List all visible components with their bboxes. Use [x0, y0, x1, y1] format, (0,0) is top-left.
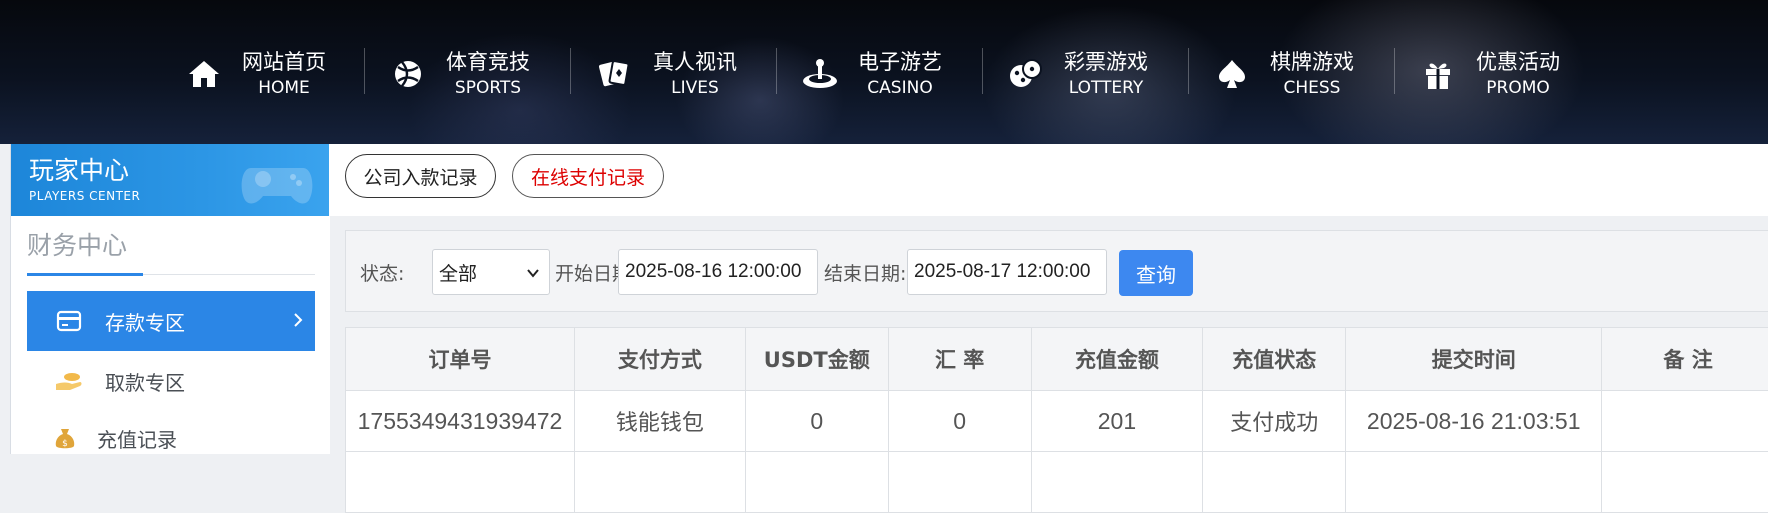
nav-home-cn: 网站首页: [242, 49, 326, 75]
nav-casino-cn: 电子游艺: [858, 49, 942, 75]
hand-coin-icon: [49, 370, 89, 392]
query-button[interactable]: 查询: [1119, 250, 1193, 296]
cell-payment-method: 钱能钱包: [574, 391, 745, 452]
nav-chess[interactable]: 棋牌游戏 CHESS: [1212, 44, 1354, 104]
cell-recharge-amount: 201: [1031, 391, 1203, 452]
column-header-rate: 汇 率: [888, 328, 1031, 391]
home-icon: [184, 54, 224, 94]
cell-recharge-status: 支付成功: [1203, 391, 1346, 452]
nav-chess-cn: 棋牌游戏: [1270, 49, 1354, 75]
spade-icon: [1212, 54, 1252, 94]
column-header-order-no: 订单号: [346, 328, 575, 391]
nav-promo[interactable]: 优惠活动 PROMO: [1418, 44, 1560, 104]
nav-sports-cn: 体育竞技: [446, 49, 530, 75]
sidebar-item-label: 存款专区: [105, 307, 185, 336]
nav-casino[interactable]: 电子游艺 CASINO: [800, 44, 942, 104]
nav-home[interactable]: 网站首页 HOME: [184, 44, 326, 104]
status-label: 状态:: [360, 259, 404, 286]
table-row: 1755349431939472 钱能钱包 0 0 201 支付成功 2025-…: [346, 391, 1768, 452]
sidebar-item-withdraw[interactable]: 取款专区: [27, 351, 315, 411]
nav-lives-cn: 真人视讯: [653, 49, 737, 75]
tab-company-deposit-records[interactable]: 公司入款记录: [345, 154, 496, 198]
finance-center-title: 财务中心: [27, 230, 127, 262]
money-bag-icon: $: [45, 425, 85, 451]
column-header-submit-time: 提交时间: [1346, 328, 1602, 391]
column-header-recharge-status: 充值状态: [1203, 328, 1346, 391]
records-table: 订单号 支付方式 USDT金额 汇 率 充值金额 充值状态 提交时间 备 注 1…: [345, 327, 1768, 513]
nav-promo-cn: 优惠活动: [1476, 49, 1560, 75]
cell-rate: 0: [888, 391, 1031, 452]
nav-promo-en: PROMO: [1486, 77, 1550, 99]
status-select[interactable]: 全部: [432, 249, 550, 295]
nav-divider: [570, 48, 571, 94]
sidebar: 玩家中心 PLAYERS CENTER 财务中心 存款专区 取款专区 $ 充值记…: [10, 144, 330, 454]
cell-order-no: 1755349431939472: [346, 391, 575, 452]
nav-lives[interactable]: 真人视讯 LIVES: [595, 44, 737, 104]
filter-bar: 状态: 全部 开始日期: 2025-08-16 12:00:00 结束日期: 2…: [345, 230, 1768, 312]
sidebar-item-label: 取款专区: [105, 367, 185, 396]
nav-divider: [364, 48, 365, 94]
nav-lives-en: LIVES: [671, 77, 719, 99]
table-header-row: 订单号 支付方式 USDT金额 汇 率 充值金额 充值状态 提交时间 备 注: [346, 328, 1768, 391]
column-header-remark: 备 注: [1602, 328, 1768, 391]
svg-text:$: $: [62, 439, 68, 449]
column-header-payment-method: 支付方式: [574, 328, 745, 391]
nav-chess-en: CHESS: [1284, 77, 1341, 99]
nav-divider: [1188, 48, 1189, 94]
end-date-label: 结束日期:: [824, 259, 906, 286]
main-content: 公司入款记录 在线支付记录 状态: 全部 开始日期: 2025-08-16 12…: [329, 144, 1768, 454]
cards-icon: [595, 54, 635, 94]
card-icon: [49, 310, 89, 332]
players-center-title: 玩家中心: [29, 156, 129, 186]
column-header-recharge-amount: 充值金额: [1031, 328, 1203, 391]
nav-lottery-en: LOTTERY: [1069, 77, 1144, 99]
column-header-usdt-amount: USDT金额: [745, 328, 888, 391]
gift-icon: [1418, 54, 1458, 94]
cell-usdt-amount: 0: [745, 391, 888, 452]
nav-divider: [776, 48, 777, 94]
end-date-input[interactable]: 2025-08-17 12:00:00: [907, 249, 1107, 295]
top-navigation: 网站首页 HOME 体育竞技 SPORTS 真人视讯 LIVES 电子游艺 CA…: [0, 0, 1768, 144]
start-date-input[interactable]: 2025-08-16 12:00:00: [618, 249, 818, 295]
dice-icon: [1006, 54, 1046, 94]
chevron-down-icon: [525, 264, 541, 286]
sidebar-item-recharge-records[interactable]: $ 充值记录: [27, 408, 315, 468]
nav-sports-en: SPORTS: [455, 77, 521, 99]
nav-lottery[interactable]: 彩票游戏 LOTTERY: [1006, 44, 1148, 104]
table-row: [346, 452, 1768, 513]
cell-submit-time: 2025-08-16 21:03:51: [1346, 391, 1602, 452]
nav-sports[interactable]: 体育竞技 SPORTS: [388, 44, 530, 104]
players-center-subtitle: PLAYERS CENTER: [29, 189, 140, 203]
record-tabs: 公司入款记录 在线支付记录: [329, 144, 1768, 216]
tab-online-payment-records[interactable]: 在线支付记录: [512, 154, 664, 198]
nav-lottery-cn: 彩票游戏: [1064, 49, 1148, 75]
section-underline: [27, 273, 143, 276]
ball-icon: [388, 54, 428, 94]
sidebar-item-deposit[interactable]: 存款专区: [27, 291, 315, 351]
cell-remark: [1602, 391, 1768, 452]
chevron-right-icon: [291, 308, 305, 337]
slot-icon: [800, 54, 840, 94]
nav-casino-en: CASINO: [867, 77, 932, 99]
players-center-header: 玩家中心 PLAYERS CENTER: [11, 144, 330, 216]
gamepad-icon: [237, 146, 317, 216]
nav-divider: [1394, 48, 1395, 94]
sidebar-item-label: 充值记录: [97, 424, 177, 453]
status-select-value: 全部: [439, 259, 477, 286]
nav-divider: [982, 48, 983, 94]
nav-home-en: HOME: [258, 77, 310, 99]
